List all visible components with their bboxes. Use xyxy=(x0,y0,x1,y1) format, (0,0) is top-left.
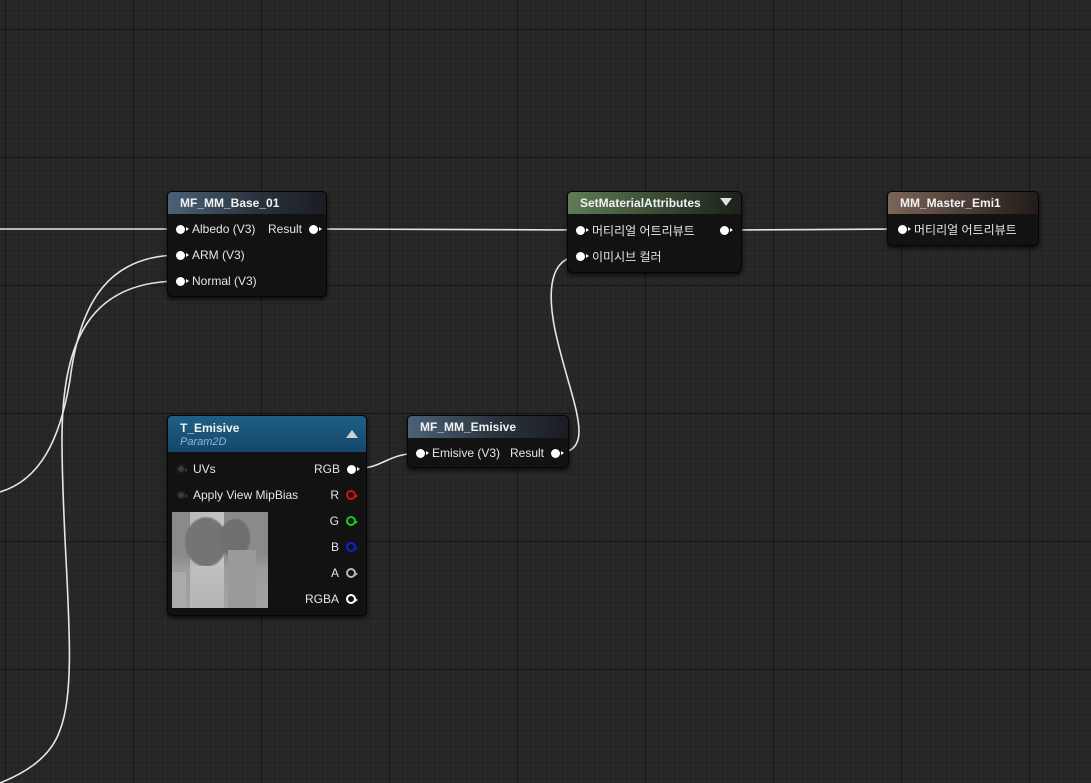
node-title: MM_Master_Emi1 xyxy=(900,196,1001,210)
pin-label: RGB xyxy=(313,462,340,476)
pin-label: Emisive (V3) xyxy=(432,446,501,460)
pin-label: Albedo (V3) xyxy=(192,222,256,236)
output-material-attributes[interactable] xyxy=(720,221,733,239)
input-material-attributes[interactable]: 머티리얼 어트리뷰트 xyxy=(576,221,695,239)
node-subtitle: Param2D xyxy=(180,435,227,448)
node-header[interactable]: SetMaterialAttributes xyxy=(568,192,741,214)
pin-icon[interactable] xyxy=(176,490,188,500)
pin-icon[interactable] xyxy=(346,594,358,604)
pin-icon[interactable] xyxy=(347,464,360,474)
input-emisive[interactable]: Emisive (V3) xyxy=(416,444,500,462)
pin-label: ARM (V3) xyxy=(192,248,245,262)
input-material-attributes[interactable]: 머티리얼 어트리뷰트 xyxy=(898,220,1017,238)
connection-wires xyxy=(0,228,905,783)
pin-icon[interactable] xyxy=(346,542,358,552)
node-mf-mm-emisive[interactable]: MF_MM_Emisive Emisive (V3) Result xyxy=(407,415,569,468)
node-header[interactable]: MM_Master_Emi1 xyxy=(888,192,1038,214)
pin-label: B xyxy=(330,540,339,554)
input-albedo[interactable]: Albedo (V3) xyxy=(176,220,255,238)
node-set-material-attributes[interactable]: SetMaterialAttributes 머티리얼 어트리뷰트 이미시브 컬러 xyxy=(567,191,742,273)
node-title: MF_MM_Base_01 xyxy=(180,196,280,210)
output-result[interactable]: Result xyxy=(267,220,322,238)
pin-label: A xyxy=(330,566,339,580)
pin-label: 머티리얼 어트리뷰트 xyxy=(914,222,1017,237)
input-apply-view-mipbias[interactable]: Apply View MipBias xyxy=(176,486,298,504)
pin-icon[interactable] xyxy=(898,224,911,234)
pin-label: Normal (V3) xyxy=(192,274,257,288)
node-header[interactable]: MF_MM_Emisive xyxy=(408,416,568,438)
pin-label: Result xyxy=(267,222,302,236)
pin-icon[interactable] xyxy=(176,224,189,234)
pin-label: 머티리얼 어트리뷰트 xyxy=(592,223,695,238)
pin-icon[interactable] xyxy=(309,224,322,234)
node-header[interactable]: T_Emisive Param2D xyxy=(168,416,366,452)
wire-arm xyxy=(0,254,181,493)
pin-label: Apply View MipBias xyxy=(193,488,299,502)
pin-icon[interactable] xyxy=(176,276,189,286)
output-rgb[interactable]: RGB xyxy=(313,460,360,478)
pin-label: R xyxy=(330,488,339,502)
output-rgba[interactable]: RGBA xyxy=(304,590,358,608)
pin-icon[interactable] xyxy=(346,568,358,578)
texture-preview-thumbnail xyxy=(172,512,268,608)
node-title: MF_MM_Emisive xyxy=(420,420,517,434)
wire-normal xyxy=(0,280,181,783)
pin-label: G xyxy=(329,514,339,528)
wire-set-to-master xyxy=(727,228,905,231)
pin-icon[interactable] xyxy=(416,448,429,458)
node-mm-master[interactable]: MM_Master_Emi1 머티리얼 어트리뷰트 xyxy=(887,191,1039,246)
output-g[interactable]: G xyxy=(329,512,358,530)
input-uvs[interactable]: UVs xyxy=(176,460,216,478)
pin-label: RGBA xyxy=(304,592,339,606)
wire-base-to-set xyxy=(315,228,582,231)
pin-icon[interactable] xyxy=(551,448,564,458)
output-r[interactable]: R xyxy=(330,486,358,504)
output-b[interactable]: B xyxy=(330,538,358,556)
input-emissive-color[interactable]: 이미시브 컬러 xyxy=(576,247,662,265)
pin-icon[interactable] xyxy=(346,516,358,526)
collapse-arrow-icon[interactable] xyxy=(720,198,732,206)
output-a[interactable]: A xyxy=(330,564,358,582)
node-title: SetMaterialAttributes xyxy=(580,196,701,210)
input-arm[interactable]: ARM (V3) xyxy=(176,246,245,264)
pin-icon[interactable] xyxy=(576,225,589,235)
pin-label: Result xyxy=(509,446,544,460)
pin-icon[interactable] xyxy=(346,490,358,500)
pin-icon[interactable] xyxy=(576,251,589,261)
expand-arrow-icon[interactable] xyxy=(346,430,358,438)
output-result[interactable]: Result xyxy=(509,444,564,462)
node-texture-emisive[interactable]: T_Emisive Param2D UVs Apply View MipBias… xyxy=(167,415,367,616)
pin-icon[interactable] xyxy=(176,464,188,474)
pin-label: UVs xyxy=(193,462,216,476)
node-mf-mm-base[interactable]: MF_MM_Base_01 Albedo (V3) Result ARM (V3… xyxy=(167,191,327,297)
node-header[interactable]: MF_MM_Base_01 xyxy=(168,192,326,214)
pin-icon[interactable] xyxy=(176,250,189,260)
input-normal[interactable]: Normal (V3) xyxy=(176,272,257,290)
node-title: T_Emisive xyxy=(180,420,240,435)
pin-label: 이미시브 컬러 xyxy=(592,249,662,264)
pin-icon[interactable] xyxy=(720,225,733,235)
